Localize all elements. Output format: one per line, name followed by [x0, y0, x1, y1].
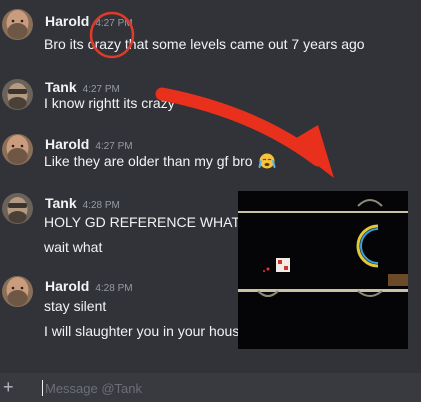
message-text: Like they are older than my gf bro	[44, 153, 276, 169]
game-clip-overlay	[238, 191, 408, 349]
author-name[interactable]: Harold 4:27 PM	[45, 13, 133, 29]
author-name[interactable]: Tank 4:28 PM	[45, 195, 120, 211]
tank-avatar[interactable]	[2, 193, 33, 224]
message-text: I will slaughter you in your hous	[44, 323, 240, 339]
harold-avatar[interactable]	[2, 276, 33, 307]
plus-icon[interactable]: +	[3, 377, 14, 398]
crying-emoji-icon	[258, 153, 276, 169]
message-text: Bro its crazy that some levels came out …	[44, 36, 365, 52]
text-cursor	[42, 380, 43, 396]
tank-avatar[interactable]	[2, 79, 33, 110]
message-text: I know rightt its crazy	[44, 95, 175, 111]
harold-avatar[interactable]	[2, 134, 33, 165]
timestamp: 4:27 PM	[82, 84, 120, 95]
message-text: HOLY GD REFERENCE WHAT	[44, 214, 241, 230]
timestamp: 4:27 PM	[95, 18, 133, 29]
timestamp: 4:27 PM	[95, 141, 133, 152]
game-clip-scene	[238, 191, 408, 349]
author-name[interactable]: Harold 4:28 PM	[45, 278, 133, 294]
message-text: stay silent	[44, 298, 107, 314]
message-composer[interactable]: + Message @Tank	[0, 373, 421, 402]
message-text: wait what	[44, 239, 103, 255]
timestamp: 4:28 PM	[82, 200, 120, 211]
timestamp: 4:28 PM	[95, 283, 133, 294]
author-name[interactable]: Harold 4:27 PM	[45, 136, 133, 152]
harold-avatar[interactable]	[2, 9, 33, 40]
message-input[interactable]: Message @Tank	[45, 381, 142, 396]
author-name[interactable]: Tank 4:27 PM	[45, 79, 120, 95]
